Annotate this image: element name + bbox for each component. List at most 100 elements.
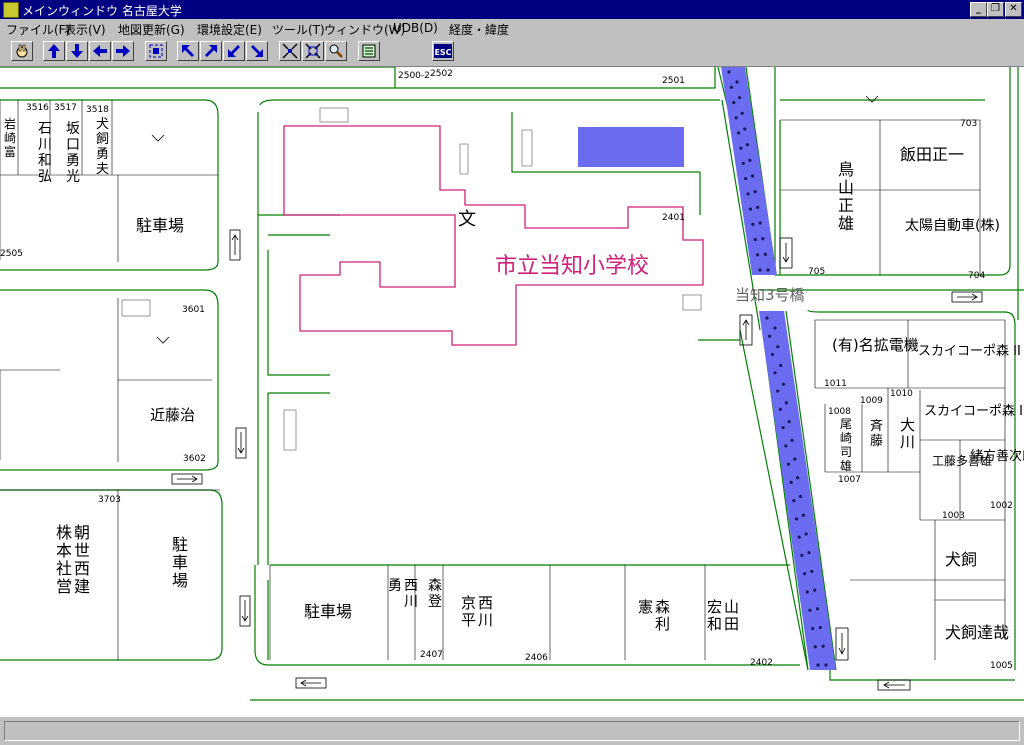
svg-text:3518: 3518 — [86, 105, 109, 115]
vertical-labels: 岩崎富石川和弘坂口勇光犬飼勇夫近藤治駐車場朝世西建株本社営西川京平森登西川勇森利… — [4, 116, 1024, 633]
arrow-downleft-icon — [228, 45, 240, 57]
pan-upright-button[interactable] — [200, 41, 222, 61]
menu-udb[interactable]: UDB(D) — [393, 21, 438, 35]
rail-dot — [818, 625, 822, 630]
hand-button[interactable] — [11, 41, 33, 61]
pan-up-button[interactable] — [43, 41, 65, 61]
rail-dot — [802, 572, 807, 576]
rail-dot — [779, 363, 783, 368]
svg-text:1005: 1005 — [990, 661, 1013, 671]
rail-dot — [745, 143, 749, 147]
restore-button[interactable]: ❐ — [987, 2, 1004, 17]
menu-settings[interactable]: 環境設定(E) — [197, 21, 262, 38]
rail-dot — [784, 401, 788, 405]
label-okawa: 大川 — [900, 416, 915, 451]
svg-text:705: 705 — [808, 267, 825, 277]
layers-button[interactable] — [358, 41, 380, 61]
esc-button[interactable]: ESC — [432, 41, 454, 61]
rail-dot — [737, 96, 742, 100]
status-well — [4, 721, 1020, 741]
rail-dot — [729, 85, 733, 89]
svg-text:3517: 3517 — [54, 103, 77, 113]
hand-icon — [16, 44, 28, 58]
svg-text:3602: 3602 — [183, 454, 206, 464]
traffic-arrows — [171, 229, 983, 691]
svg-text:1011: 1011 — [824, 379, 847, 389]
svg-text:駐車場: 駐車場 — [304, 602, 352, 621]
pan-upleft-button[interactable] — [177, 41, 199, 61]
label-mori-toru: 森登 — [428, 578, 442, 610]
pan-left-button[interactable] — [89, 41, 111, 61]
label-parking2: 駐車場 — [172, 535, 188, 590]
rail-dot — [753, 190, 757, 194]
svg-text:犬飼: 犬飼 — [945, 550, 977, 569]
pan-right-button[interactable] — [112, 41, 134, 61]
rail-dot — [727, 70, 731, 74]
menu-latlon[interactable]: 経度・緯度 — [449, 21, 509, 38]
map-canvas[interactable]: 2500-2 2502 2501 3516 3517 3518 2505 360… — [0, 67, 1024, 716]
rail-dot — [732, 100, 736, 105]
magnifier-button[interactable] — [325, 41, 347, 61]
rail-dot — [813, 588, 817, 592]
rail-dot — [778, 407, 783, 411]
esc-icon: ESC — [434, 44, 452, 58]
parcels — [0, 100, 1006, 660]
label-asahi: 朝世西建株本社営 — [56, 523, 90, 596]
zoom-out-button[interactable] — [279, 41, 301, 61]
rail-dot — [734, 116, 738, 120]
close-button[interactable]: ✕ — [1005, 2, 1022, 17]
label-yamada: 山田宏和 — [707, 598, 739, 633]
menu-view[interactable]: 表示(V) — [64, 21, 106, 38]
rail-dot — [768, 334, 772, 338]
rail-dot — [800, 553, 804, 558]
fit-view-button[interactable] — [145, 41, 167, 61]
rail-dot — [797, 535, 801, 539]
svg-text:2406: 2406 — [525, 653, 548, 663]
rail-dot — [736, 131, 741, 135]
pan-downright-button[interactable] — [246, 41, 268, 61]
arrow-down-icon — [71, 44, 83, 58]
svg-text:3516: 3516 — [26, 103, 49, 113]
rail-dot — [805, 590, 809, 594]
layers-icon — [362, 44, 376, 58]
zoom-in-button[interactable] — [302, 41, 324, 61]
menu-file[interactable]: ファイル(F) — [6, 21, 70, 38]
label-iwata: 岩崎富 — [4, 116, 16, 159]
rail-dot — [787, 420, 791, 424]
label-meikaku: (有)名拡電機 — [832, 336, 919, 354]
rail-dot — [776, 345, 780, 349]
title-bar: メインウィンドウ 名古屋大学 _ ❐ ✕ — [0, 0, 1024, 19]
rail-dot — [765, 316, 769, 320]
school-lot: 2401 — [662, 213, 685, 223]
svg-text:ESC: ESC — [434, 48, 451, 57]
arrow-upright-icon — [205, 45, 217, 57]
arrow-left-icon — [93, 45, 107, 57]
minimize-button[interactable]: _ — [970, 2, 987, 17]
label-sky2: スカイコーポ森 II — [918, 344, 1021, 359]
railway-north — [721, 67, 777, 275]
rail-dot — [773, 371, 777, 375]
rail-dot — [811, 626, 815, 631]
pan-down-button[interactable] — [66, 41, 88, 61]
place-labels: 駐車場 駐車場 飯田正一 犬飼 犬飼達哉 — [136, 145, 1009, 642]
label-taiyo: 太陽自動車(株) — [905, 217, 1000, 234]
rail-dot — [751, 222, 755, 226]
zoom-in-icon — [305, 43, 321, 59]
svg-text:1007: 1007 — [838, 475, 861, 485]
pan-downleft-button[interactable] — [223, 41, 245, 61]
label-omiya: 尾崎司雄 — [840, 417, 852, 473]
label-mori-toshinori: 森利憲 — [638, 598, 670, 633]
lot-numbers: 2500-2 2502 2501 3516 3517 3518 2505 360… — [0, 69, 1013, 671]
label-nishikawa-isamu: 西川勇 — [388, 578, 418, 610]
svg-text:2500-2: 2500-2 — [398, 71, 430, 81]
rail-dot — [758, 268, 762, 272]
svg-text:2501: 2501 — [662, 76, 685, 86]
svg-text:2407: 2407 — [420, 650, 443, 660]
rail-dot — [781, 425, 785, 430]
toolbar: ESC — [0, 37, 1024, 67]
map-view[interactable]: 2500-2 2502 2501 3516 3517 3518 2505 360… — [0, 67, 1024, 716]
label-ogata: 緒方善次郎 — [970, 448, 1024, 464]
menu-tools[interactable]: ツール(T) — [272, 21, 325, 38]
menu-map-update[interactable]: 地図更新(G) — [118, 21, 185, 38]
rail-dot — [743, 127, 747, 131]
